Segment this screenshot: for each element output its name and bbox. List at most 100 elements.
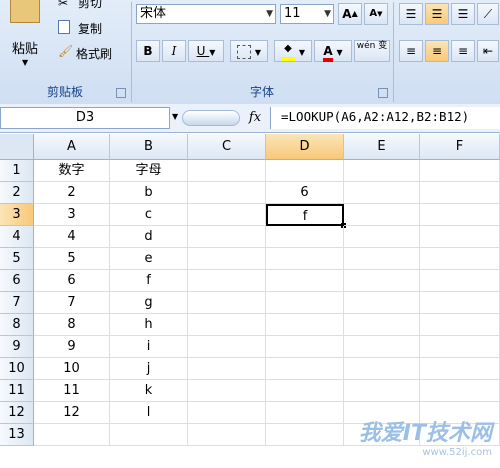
cell-a11[interactable]: 11 xyxy=(34,380,110,402)
select-all-corner[interactable] xyxy=(0,134,34,160)
italic-button[interactable]: I xyxy=(162,40,186,62)
phonetic-button[interactable]: wén 变 xyxy=(354,40,390,62)
align-right-button[interactable]: ≡ xyxy=(451,40,475,62)
cell-f3[interactable] xyxy=(420,204,500,226)
chevron-down-icon[interactable]: ▼ xyxy=(172,112,178,121)
cell-f1[interactable] xyxy=(420,160,500,182)
cell-e6[interactable] xyxy=(344,270,420,292)
column-header-c[interactable]: C xyxy=(188,134,266,160)
copy-button[interactable]: 复制 xyxy=(56,18,126,38)
cell-a4[interactable]: 4 xyxy=(34,226,110,248)
cell-a5[interactable]: 5 xyxy=(34,248,110,270)
cell-c1[interactable] xyxy=(188,160,266,182)
cell-d8[interactable] xyxy=(266,314,344,336)
cell-c2[interactable] xyxy=(188,182,266,204)
column-header-a[interactable]: A xyxy=(34,134,110,160)
column-header-e[interactable]: E xyxy=(344,134,420,160)
cell-a13[interactable] xyxy=(34,424,110,446)
row-header-8[interactable]: 8 xyxy=(0,314,34,336)
cell-a1[interactable]: 数字 xyxy=(34,160,110,182)
cell-b8[interactable]: h xyxy=(110,314,188,336)
cell-a6[interactable]: 6 xyxy=(34,270,110,292)
cell-b1[interactable]: 字母 xyxy=(110,160,188,182)
row-header-1[interactable]: 1 xyxy=(0,160,34,182)
cell-f9[interactable] xyxy=(420,336,500,358)
cell-b11[interactable]: k xyxy=(110,380,188,402)
row-header-5[interactable]: 5 xyxy=(0,248,34,270)
cell-f11[interactable] xyxy=(420,380,500,402)
cell-f7[interactable] xyxy=(420,292,500,314)
cell-d9[interactable] xyxy=(266,336,344,358)
cell-a7[interactable]: 7 xyxy=(34,292,110,314)
cell-e7[interactable] xyxy=(344,292,420,314)
cell-b5[interactable]: e xyxy=(110,248,188,270)
row-header-4[interactable]: 4 xyxy=(0,226,34,248)
row-header-6[interactable]: 6 xyxy=(0,270,34,292)
font-size-combo[interactable]: 11 ▼ xyxy=(280,4,334,24)
cell-a2[interactable]: 2 xyxy=(34,182,110,204)
active-cell[interactable]: f xyxy=(266,204,344,226)
cell-e2[interactable] xyxy=(344,182,420,204)
bold-button[interactable]: B xyxy=(136,40,160,62)
underline-button[interactable]: U ▼ xyxy=(188,40,224,62)
row-header-2[interactable]: 2 xyxy=(0,182,34,204)
clipboard-dialog-launcher-icon[interactable] xyxy=(116,88,126,98)
cell-a12[interactable]: 12 xyxy=(34,402,110,424)
cell-f8[interactable] xyxy=(420,314,500,336)
orientation-button[interactable]: ⟋ xyxy=(477,3,499,25)
cell-e11[interactable] xyxy=(344,380,420,402)
column-header-b[interactable]: B xyxy=(110,134,188,160)
align-left-button[interactable]: ≡ xyxy=(399,40,423,62)
cell-d13[interactable] xyxy=(266,424,344,446)
row-header-7[interactable]: 7 xyxy=(0,292,34,314)
column-header-f[interactable]: F xyxy=(420,134,500,160)
font-dialog-launcher-icon[interactable] xyxy=(378,88,388,98)
cell-c10[interactable] xyxy=(188,358,266,380)
cell-f5[interactable] xyxy=(420,248,500,270)
row-header-9[interactable]: 9 xyxy=(0,336,34,358)
cell-b10[interactable]: j xyxy=(110,358,188,380)
row-header-11[interactable]: 11 xyxy=(0,380,34,402)
cell-a3[interactable]: 3 xyxy=(34,204,110,226)
cell-c11[interactable] xyxy=(188,380,266,402)
cell-d11[interactable] xyxy=(266,380,344,402)
cell-c12[interactable] xyxy=(188,402,266,424)
cell-c7[interactable] xyxy=(188,292,266,314)
font-name-combo[interactable]: 宋体 ▼ xyxy=(136,4,276,24)
cell-c3[interactable] xyxy=(188,204,266,226)
cell-d2[interactable]: 6 xyxy=(266,182,344,204)
cell-a8[interactable]: 8 xyxy=(34,314,110,336)
row-header-10[interactable]: 10 xyxy=(0,358,34,380)
cell-e3[interactable] xyxy=(344,204,420,226)
cell-e1[interactable] xyxy=(344,160,420,182)
cell-a10[interactable]: 10 xyxy=(34,358,110,380)
cell-b7[interactable]: g xyxy=(110,292,188,314)
row-header-13[interactable]: 13 xyxy=(0,424,34,446)
cell-b3[interactable]: c xyxy=(110,204,188,226)
cell-e10[interactable] xyxy=(344,358,420,380)
shrink-font-button[interactable]: A▼ xyxy=(364,3,388,25)
grow-font-button[interactable]: A▲ xyxy=(338,3,362,25)
cell-c6[interactable] xyxy=(188,270,266,292)
cell-e5[interactable] xyxy=(344,248,420,270)
cell-d7[interactable] xyxy=(266,292,344,314)
column-header-d[interactable]: D xyxy=(266,134,344,160)
cell-c4[interactable] xyxy=(188,226,266,248)
align-middle-button[interactable]: ☰ xyxy=(425,3,449,25)
cell-e9[interactable] xyxy=(344,336,420,358)
cell-b12[interactable]: l xyxy=(110,402,188,424)
align-top-button[interactable]: ☰ xyxy=(399,3,423,25)
cell-b2[interactable]: b xyxy=(110,182,188,204)
row-header-3[interactable]: 3 xyxy=(0,204,34,226)
decrease-indent-button[interactable]: ⇤ xyxy=(477,40,499,62)
cell-e8[interactable] xyxy=(344,314,420,336)
row-header-12[interactable]: 12 xyxy=(0,402,34,424)
cell-b6[interactable]: f xyxy=(110,270,188,292)
cell-f4[interactable] xyxy=(420,226,500,248)
cell-c5[interactable] xyxy=(188,248,266,270)
cell-d6[interactable] xyxy=(266,270,344,292)
cell-c9[interactable] xyxy=(188,336,266,358)
align-bottom-button[interactable]: ☰ xyxy=(451,3,475,25)
cell-f6[interactable] xyxy=(420,270,500,292)
format-painter-button[interactable]: 🖌 格式刷 xyxy=(56,42,128,62)
